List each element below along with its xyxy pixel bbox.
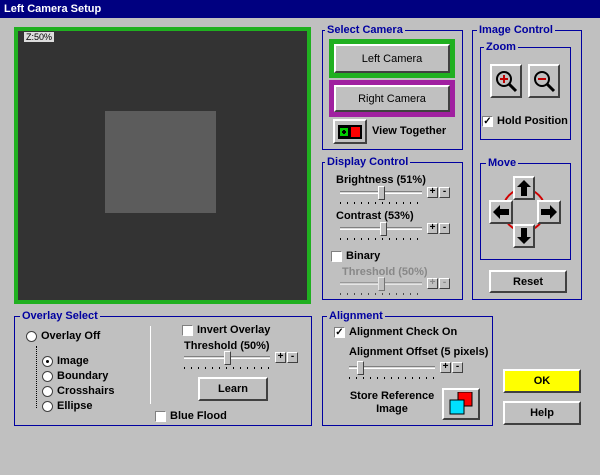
- alignment-check-label: Alignment Check On: [349, 326, 458, 338]
- brightness-slider[interactable]: [340, 186, 422, 206]
- window-title-bar: Left Camera Setup: [0, 0, 600, 18]
- display-threshold-slider[interactable]: [340, 277, 422, 297]
- overlay-crosshairs-radio[interactable]: [42, 386, 53, 397]
- camera-preview[interactable]: Z:50%: [14, 27, 311, 304]
- preview-target-square: [105, 111, 216, 213]
- binary-label: Binary: [346, 250, 381, 262]
- ok-button[interactable]: OK: [503, 369, 581, 393]
- move-down-button[interactable]: [513, 224, 535, 248]
- overlay-crosshairs-label: Crosshairs: [57, 385, 115, 397]
- alignment-offset-slider[interactable]: [349, 361, 435, 381]
- display-threshold-ticks: [340, 293, 422, 295]
- overlay-threshold-plus-button[interactable]: +: [275, 352, 286, 363]
- arrow-down-icon: [517, 228, 531, 244]
- overlay-image-label: Image: [57, 355, 89, 367]
- alignment-title: Alignment: [327, 310, 385, 322]
- arrow-right-icon: [541, 205, 557, 219]
- contrast-minus-button[interactable]: -: [439, 223, 450, 234]
- contrast-thumb[interactable]: [380, 222, 387, 236]
- overlay-threshold-ticks: [184, 367, 270, 369]
- display-threshold-minus-button[interactable]: -: [439, 278, 450, 289]
- overlay-tree-line: [36, 346, 37, 408]
- contrast-slider[interactable]: [340, 222, 422, 242]
- blue-flood-checkbox[interactable]: [155, 411, 166, 422]
- alignment-offset-label: Alignment Offset (5 pixels): [349, 346, 489, 358]
- arrow-left-icon: [493, 205, 509, 219]
- zoom-out-icon: [534, 71, 556, 93]
- display-threshold-plus-button[interactable]: +: [427, 278, 438, 289]
- alignment-offset-ticks: [349, 377, 435, 379]
- store-reference-button[interactable]: [442, 388, 480, 420]
- brightness-plus-button[interactable]: +: [427, 187, 438, 198]
- overlay-ellipse-radio[interactable]: [42, 401, 53, 412]
- display-threshold-thumb[interactable]: [378, 277, 385, 291]
- alignment-check-checkbox[interactable]: ✓: [334, 327, 345, 338]
- overlay-select-title: Overlay Select: [20, 310, 100, 322]
- zoom-badge: Z:50%: [24, 32, 55, 42]
- view-together-icon: [338, 124, 362, 139]
- blue-flood-label: Blue Flood: [170, 410, 227, 422]
- overlay-divider: [150, 326, 151, 404]
- overlay-off-label: Overlay Off: [41, 330, 101, 342]
- zoom-title: Zoom: [484, 41, 518, 53]
- view-together-label: View Together: [372, 125, 447, 137]
- invert-overlay-checkbox[interactable]: [182, 325, 193, 336]
- overlay-ellipse-label: Ellipse: [57, 400, 93, 412]
- alignment-offset-plus-button[interactable]: +: [440, 362, 451, 373]
- hold-position-checkbox[interactable]: ✓: [482, 116, 493, 127]
- move-title: Move: [486, 157, 519, 169]
- overlay-image-radio[interactable]: [42, 356, 53, 367]
- invert-overlay-label: Invert Overlay: [197, 324, 271, 336]
- alignment-offset-thumb[interactable]: [357, 361, 364, 375]
- left-camera-button[interactable]: Left Camera: [334, 44, 450, 73]
- zoom-in-icon: [496, 71, 518, 93]
- store-reference-label: Store Reference Image: [349, 390, 435, 415]
- image-control-title: Image Control: [477, 24, 555, 36]
- alignment-offset-minus-button[interactable]: -: [452, 362, 463, 373]
- contrast-ticks: [340, 238, 422, 240]
- contrast-plus-button[interactable]: +: [427, 223, 438, 234]
- zoom-out-button[interactable]: [528, 64, 560, 98]
- zoom-in-button[interactable]: [490, 64, 522, 98]
- select-camera-title: Select Camera: [325, 24, 405, 36]
- move-right-button[interactable]: [537, 200, 561, 224]
- move-left-button[interactable]: [489, 200, 513, 224]
- overlay-threshold-slider[interactable]: [184, 351, 270, 371]
- brightness-thumb[interactable]: [378, 186, 385, 200]
- binary-checkbox[interactable]: [331, 251, 342, 262]
- overlay-off-radio[interactable]: [26, 331, 37, 342]
- overlay-threshold-thumb[interactable]: [224, 351, 231, 365]
- reset-button[interactable]: Reset: [489, 270, 567, 293]
- help-button[interactable]: Help: [503, 401, 581, 425]
- brightness-minus-button[interactable]: -: [439, 187, 450, 198]
- display-control-title: Display Control: [325, 156, 411, 168]
- arrow-up-icon: [517, 180, 531, 196]
- overlay-threshold-minus-button[interactable]: -: [287, 352, 298, 363]
- move-up-button[interactable]: [513, 176, 535, 200]
- view-together-button[interactable]: [333, 119, 367, 144]
- brightness-ticks: [340, 202, 422, 204]
- overlay-boundary-label: Boundary: [57, 370, 109, 382]
- overlay-boundary-radio[interactable]: [42, 371, 53, 382]
- store-reference-icon: [449, 392, 473, 415]
- right-camera-button[interactable]: Right Camera: [334, 85, 450, 112]
- learn-button[interactable]: Learn: [198, 377, 268, 401]
- hold-position-label: Hold Position: [497, 115, 568, 127]
